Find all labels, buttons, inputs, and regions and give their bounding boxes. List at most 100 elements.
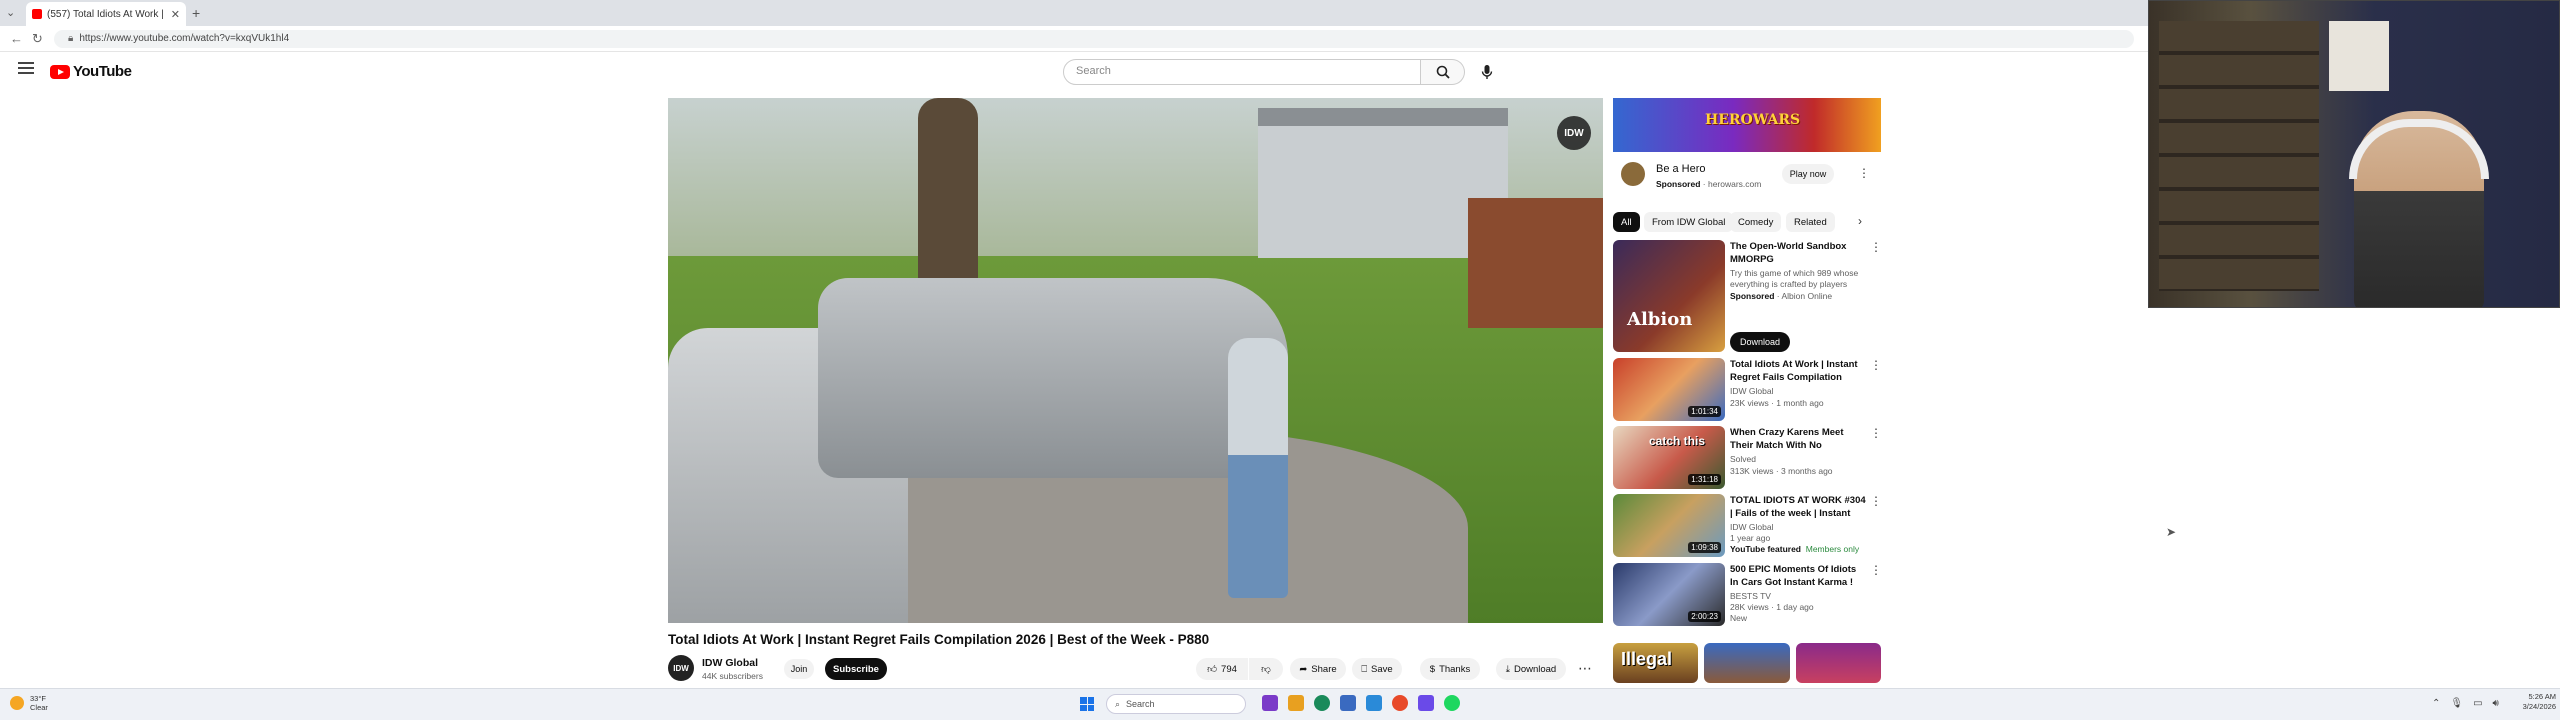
download-button[interactable]: ⤓ Download [1496,658,1566,680]
recommendation-title[interactable]: 500 EPIC Moments Of Idiots In Cars Got I… [1730,563,1866,589]
mail-icon[interactable] [1366,695,1382,711]
recommendation-more-icon[interactable]: ⋮ [1870,240,1882,254]
recommendation-more-icon[interactable]: ⋮ [1870,358,1882,372]
chip-all[interactable]: All [1613,212,1640,232]
microphone-tray-icon[interactable]: 🎙︎ [2450,698,2463,709]
recommendation-thumbnail[interactable]: catch this 1:31:18 [1613,426,1725,489]
recommendation-thumbnail[interactable]: 1:09:38 [1613,494,1725,557]
taskbar-clock[interactable]: 5:26 AM 3/24/2026 [2520,692,2556,712]
recommendation-channel: BESTS TV [1730,591,1771,601]
browser-tab-active[interactable]: (557) Total Idiots At Work | In... ✕ [26,2,186,26]
video-player[interactable]: IDW [668,98,1603,623]
recommendation-item[interactable]: catch this 1:31:18 When Crazy Karens Mee… [1613,426,1882,489]
video-duration: 1:09:38 [1688,542,1721,553]
recommendation-stats: 23K views · 1 month ago [1730,398,1824,408]
thumbnail-text: catch this [1649,434,1706,448]
recommendation-item[interactable]: Albion The Open-World Sandbox MMORPG Try… [1613,240,1882,352]
ad-sponsored-label: Sponsored [1656,179,1701,189]
short-thumbnail[interactable] [1704,643,1790,683]
recommendation-title[interactable]: TOTAL IDIOTS AT WORK #304 | Fails of the… [1730,494,1866,520]
weather-sun-icon [10,696,24,710]
recommendation-channel: Solved [1730,454,1756,464]
recommendation-more-icon[interactable]: ⋮ [1870,426,1882,440]
recommendation-item[interactable]: 1:09:38 TOTAL IDIOTS AT WORK #304 | Fail… [1613,494,1882,557]
lock-icon: 🔒︎ [68,33,74,44]
store-icon[interactable] [1340,695,1356,711]
start-button[interactable] [1080,697,1094,711]
ad-title[interactable]: Be a Hero [1656,163,1706,175]
back-icon[interactable]: ← [10,31,23,46]
video-frame-truck [818,278,1288,478]
ad-more-icon[interactable]: ⋮ [1858,166,1870,180]
search-icon [1436,65,1450,79]
url-field[interactable]: 🔒︎ https://www.youtube.com/watch?v=kxqVUk… [54,30,2134,48]
network-icon[interactable]: ▭ [2473,698,2482,709]
like-count: 794 [1221,663,1237,675]
thumbs-down-icon: 👎︎ [1261,664,1271,675]
subscriber-count: 44K subscribers [702,671,763,681]
search-button[interactable] [1421,59,1465,85]
recommendation-title[interactable]: When Crazy Karens Meet Their Match With … [1730,426,1866,452]
chrome-browser-icon[interactable] [1392,695,1408,711]
recommendation-thumbnail[interactable]: 1:01:34 [1613,358,1725,421]
show-hidden-icons-icon[interactable]: ⌃ [2432,698,2440,709]
ad-avatar[interactable] [1621,162,1645,186]
short-thumbnail[interactable] [1795,643,1881,683]
tab-search-dropdown-icon[interactable]: ⌄ [6,6,15,19]
short-thumbnail[interactable]: Illegal [1613,643,1699,683]
thanks-button[interactable]: $ Thanks [1420,658,1480,680]
recommendation-title[interactable]: The Open-World Sandbox MMORPG [1730,240,1866,266]
edge-browser-icon[interactable] [1314,695,1330,711]
tab-title: (557) Total Idiots At Work | In... [47,8,167,20]
new-tab-icon[interactable]: + [192,5,200,21]
reload-icon[interactable]: ↻ [32,31,43,47]
taskbar-search[interactable]: ⌕ Search [1106,694,1246,714]
join-button[interactable]: Join [784,659,814,679]
recommendation-thumbnail[interactable]: 2:00:23 [1613,563,1725,626]
video-frame-deck [1468,198,1603,328]
discord-icon[interactable] [1418,695,1434,711]
chevron-right-icon[interactable]: › [1858,214,1862,228]
chip-related[interactable]: Related [1786,212,1835,232]
chip-from-idw-global[interactable]: From IDW Global [1644,212,1734,232]
search-input[interactable]: Search [1063,59,1421,85]
channel-watermark[interactable]: IDW [1557,116,1591,150]
thanks-label: Thanks [1439,663,1471,675]
weather-widget[interactable]: 33°F Clear [10,694,48,712]
screen: ⌄ (557) Total Idiots At Work | In... ✕ +… [0,0,2560,720]
mouse-cursor-icon: ➤ [2166,525,2177,539]
webcam-shelf [2159,21,2319,291]
recommendation-more-icon[interactable]: ⋮ [1870,494,1882,508]
close-tab-icon[interactable]: ✕ [171,8,180,21]
recommendation-sponsor-line: Sponsored · Albion Online [1730,291,1833,301]
recommendation-item[interactable]: 2:00:23 500 EPIC Moments Of Idiots In Ca… [1613,563,1882,626]
dislike-button[interactable]: 👎︎ [1249,658,1283,680]
spotify-icon[interactable] [1444,695,1460,711]
webcam-window [2329,21,2389,91]
recommendation-more-icon[interactable]: ⋮ [1870,563,1882,577]
featured-badge: YouTube featured [1730,544,1801,554]
voice-search-button[interactable] [1474,59,1500,85]
ad-banner[interactable]: HEROWARS [1613,98,1881,152]
clock-time: 5:26 AM [2528,692,2556,701]
channel-avatar[interactable]: IDW [668,655,694,681]
taskbar-app-icon[interactable] [1262,695,1278,711]
chip-comedy[interactable]: Comedy [1730,212,1782,232]
recommendation-item[interactable]: 1:01:34 Total Idiots At Work | Instant R… [1613,358,1882,421]
file-explorer-icon[interactable] [1288,695,1304,711]
subscribe-button[interactable]: Subscribe [825,658,887,680]
like-button[interactable]: 👍︎ 794 [1196,658,1248,680]
recommendation-thumbnail[interactable]: Albion [1613,240,1725,352]
sponsored-download-button[interactable]: Download [1730,332,1790,352]
save-button[interactable]: ⎕ Save [1352,658,1402,680]
channel-name[interactable]: IDW Global [702,657,758,669]
youtube-favicon-icon [32,9,42,19]
play-now-button[interactable]: Play now [1782,164,1834,184]
recommendation-title[interactable]: Total Idiots At Work | Instant Regret Fa… [1730,358,1866,384]
hamburger-menu-icon[interactable] [18,62,34,77]
recommendation-stats: 28K views · 1 day ago [1730,602,1814,612]
youtube-logo[interactable]: YouTube [50,63,132,80]
share-button[interactable]: ➦ Share [1290,658,1346,680]
more-actions-icon[interactable]: ⋯ [1578,660,1592,677]
volume-icon[interactable]: 🔊︎ [2493,698,2499,709]
